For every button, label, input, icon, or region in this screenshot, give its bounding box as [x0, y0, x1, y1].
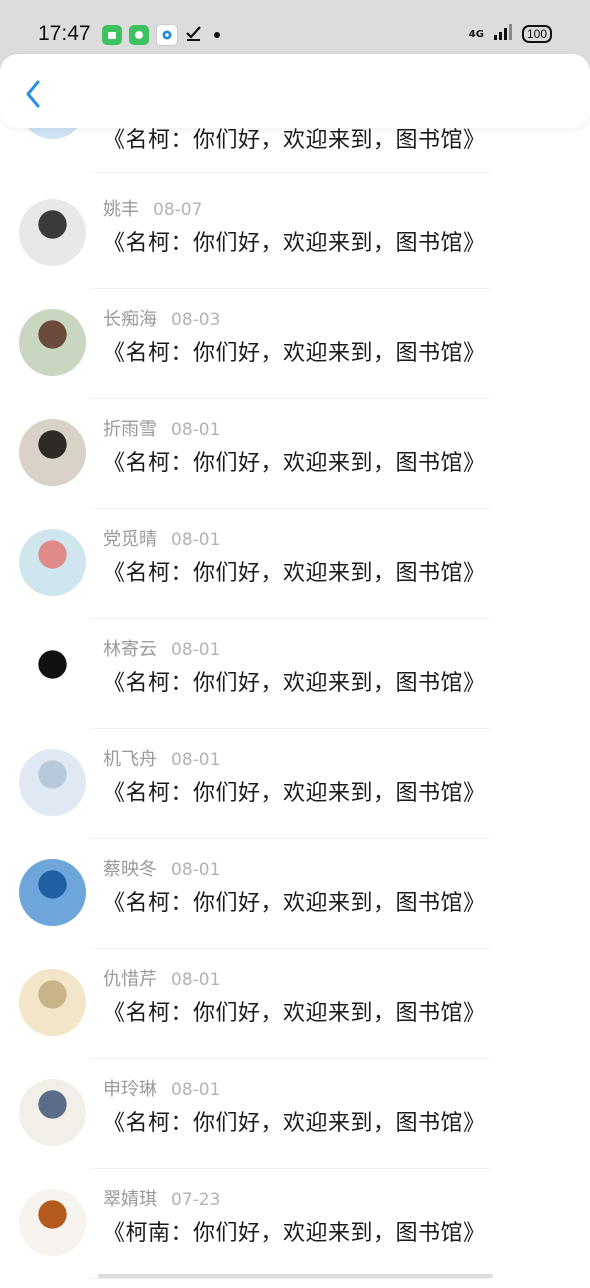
- row-divider: [90, 728, 490, 729]
- more-notifications-icon: [214, 32, 220, 38]
- sender-name: 折雨雪 08-01: [103, 415, 220, 441]
- row-divider: [90, 1058, 490, 1059]
- message-row[interactable]: 仇惜芹 08-01 《名柯：你们好，欢迎来到，图书馆》: [0, 958, 590, 1068]
- sender-name-text: 折雨雪: [103, 419, 157, 440]
- signal-icon: [493, 24, 512, 44]
- home-indicator: [98, 1274, 493, 1278]
- app-notification-icon: [102, 25, 122, 45]
- sender-name: 机飞舟 08-01: [103, 745, 220, 771]
- row-divider: [90, 1278, 490, 1279]
- row-divider: [90, 288, 490, 289]
- sender-name-text: 机飞舟: [103, 749, 157, 770]
- sender-name-text: 长痴海: [103, 309, 157, 330]
- sender-name: 姚丰 08-07: [103, 195, 202, 221]
- download-done-icon: [185, 24, 203, 46]
- message-date: 07-23: [171, 1190, 221, 1210]
- avatar[interactable]: [19, 199, 86, 266]
- avatar[interactable]: [19, 639, 86, 706]
- message-row[interactable]: 申玲琳 08-01 《名柯：你们好，欢迎来到，图书馆》: [0, 1068, 590, 1178]
- sender-name-text: 翠婧琪: [103, 1189, 157, 1210]
- message-date: 08-01: [171, 1080, 221, 1100]
- row-divider: [90, 1168, 490, 1169]
- sender-name: 林寄云 08-01: [103, 635, 220, 661]
- row-divider: [90, 508, 490, 509]
- sender-name-text: 仇惜芹: [103, 969, 157, 990]
- message-row[interactable]: 党觅晴 08-01 《名柯：你们好，欢迎来到，图书馆》: [0, 518, 590, 628]
- app-notification-icon: [129, 25, 149, 45]
- message-date: 08-01: [171, 970, 221, 990]
- header: [0, 54, 590, 128]
- row-divider: [90, 618, 490, 619]
- message-text: 《名柯：你们好，欢迎来到，图书馆》: [103, 781, 486, 806]
- message-text: 《名柯：你们好，欢迎来到，图书馆》: [103, 1111, 486, 1136]
- status-time: 17:47: [38, 22, 91, 45]
- sender-name-text: 姚丰: [103, 199, 139, 220]
- message-text: 《名柯：你们好，欢迎来到，图书馆》: [103, 891, 486, 916]
- avatar[interactable]: [19, 1189, 86, 1256]
- avatar[interactable]: [19, 1079, 86, 1146]
- message-row[interactable]: 折雨雪 08-01 《名柯：你们好，欢迎来到，图书馆》: [0, 408, 590, 518]
- notification-icons: [102, 24, 220, 46]
- message-row[interactable]: 长痴海 08-03 《名柯：你们好，欢迎来到，图书馆》: [0, 298, 590, 408]
- avatar[interactable]: [19, 419, 86, 486]
- sender-name: 申玲琳 08-01: [103, 1075, 220, 1101]
- message-text: 《名柯：你们好，欢迎来到，图书馆》: [103, 1001, 486, 1026]
- row-divider: [90, 838, 490, 839]
- message-date: 08-03: [171, 310, 221, 330]
- message-text: 《名柯：你们好，欢迎来到，图书馆》: [103, 561, 486, 586]
- message-text: 《名柯：你们好，欢迎来到，图书馆》: [103, 671, 486, 696]
- app-notification-icon: [156, 24, 178, 46]
- sender-name: 蔡映冬 08-01: [103, 855, 220, 881]
- message-date: 08-07: [153, 200, 203, 220]
- message-row[interactable]: 蔡映冬 08-01 《名柯：你们好，欢迎来到，图书馆》: [0, 848, 590, 958]
- message-text: 《名柯：你们好，欢迎来到，图书馆》: [103, 451, 486, 476]
- sender-name: 仇惜芹 08-01: [103, 965, 220, 991]
- message-text: 《柯南：你们好，欢迎来到，图书馆》: [103, 1221, 486, 1246]
- row-divider: [90, 172, 490, 173]
- message-date: 08-01: [171, 640, 221, 660]
- sender-name: 翠婧琪 07-23: [103, 1185, 220, 1211]
- system-status: 4G 100: [469, 24, 552, 44]
- row-divider: [90, 948, 490, 949]
- message-text: 《名柯：你们好，欢迎来到，图书馆》: [103, 231, 486, 256]
- message-row[interactable]: 林寄云 08-01 《名柯：你们好，欢迎来到，图书馆》: [0, 628, 590, 738]
- message-text: 《名柯：你们好，欢迎来到，图书馆》: [103, 341, 486, 366]
- avatar[interactable]: [19, 969, 86, 1036]
- sender-name: 党觅晴 08-01: [103, 525, 220, 551]
- sender-name-text: 蔡映冬: [103, 859, 157, 880]
- back-button[interactable]: [18, 74, 50, 114]
- row-divider: [90, 398, 490, 399]
- message-row[interactable]: 翠婧琪 07-23 《柯南：你们好，欢迎来到，图书馆》: [0, 1178, 590, 1288]
- sender-name: 长痴海 08-03: [103, 305, 220, 331]
- chevron-left-icon: [26, 80, 40, 108]
- sender-name-text: 党觅晴: [103, 529, 157, 550]
- avatar[interactable]: [19, 529, 86, 596]
- message-row[interactable]: 机飞舟 08-01 《名柯：你们好，欢迎来到，图书馆》: [0, 738, 590, 848]
- message-date: 08-01: [171, 750, 221, 770]
- sender-name-text: 申玲琳: [103, 1079, 157, 1100]
- network-type: 4G: [468, 28, 484, 40]
- message-date: 08-01: [171, 420, 221, 440]
- sender-name-text: 林寄云: [103, 639, 157, 660]
- avatar[interactable]: [19, 309, 86, 376]
- battery-icon: 100: [521, 25, 552, 43]
- message-row[interactable]: 姚丰 08-07 《名柯：你们好，欢迎来到，图书馆》: [0, 188, 590, 298]
- avatar[interactable]: [19, 859, 86, 926]
- message-date: 08-01: [171, 530, 221, 550]
- message-date: 08-01: [171, 860, 221, 880]
- avatar[interactable]: [19, 749, 86, 816]
